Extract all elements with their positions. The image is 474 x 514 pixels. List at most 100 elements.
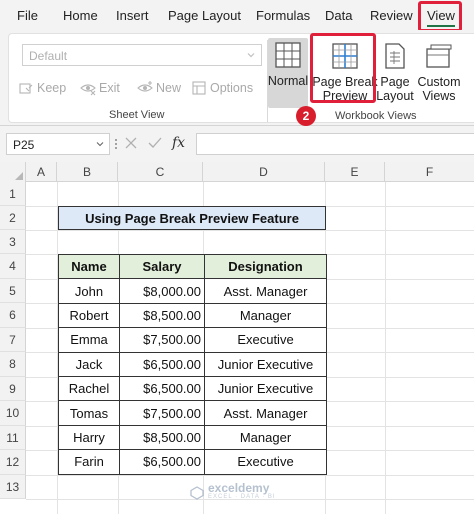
row-header-1[interactable]: 1 bbox=[0, 182, 26, 206]
cell-salary[interactable]: $6,500.00 bbox=[119, 351, 205, 377]
cell-salary[interactable]: $8,500.00 bbox=[119, 302, 205, 329]
tab-review[interactable]: Review bbox=[370, 8, 413, 23]
row-header-7[interactable]: 7 bbox=[0, 328, 26, 352]
column-header-d[interactable]: D bbox=[203, 162, 325, 182]
cell-name[interactable]: Jack bbox=[58, 351, 120, 377]
row-header-2[interactable]: 2 bbox=[0, 206, 26, 230]
cell-salary[interactable]: $6,500.00 bbox=[119, 375, 205, 402]
cell-name[interactable]: Rachel bbox=[58, 375, 120, 402]
cell-salary[interactable]: $7,500.00 bbox=[119, 400, 205, 426]
row-header-10[interactable]: 10 bbox=[0, 401, 26, 426]
column-header-c[interactable]: C bbox=[118, 162, 203, 182]
ribbon: Default Keep Exit New Options Sheet View… bbox=[0, 30, 474, 126]
exit-button[interactable]: Exit bbox=[80, 80, 120, 96]
header-designation[interactable]: Designation bbox=[204, 253, 327, 280]
sheet-view-group-label: Sheet View bbox=[109, 109, 165, 121]
page-layout-icon bbox=[383, 39, 407, 73]
cell-designation[interactable]: Asst. Manager bbox=[204, 278, 327, 304]
page-layout-label-1: Page bbox=[380, 75, 410, 89]
eye-exit-icon bbox=[80, 84, 96, 96]
cell-designation[interactable]: Asst. Manager bbox=[204, 400, 327, 426]
custom-views-label-1: Custom bbox=[417, 75, 461, 89]
step-2-badge: 2 bbox=[296, 106, 316, 126]
name-box[interactable]: P25 bbox=[6, 133, 110, 155]
cell-designation[interactable]: Executive bbox=[204, 449, 327, 475]
watermark-name: exceldemy bbox=[208, 481, 270, 495]
tab-data[interactable]: Data bbox=[325, 8, 352, 23]
insert-function-icon[interactable]: fx bbox=[172, 135, 185, 151]
ribbon-panel: Default Keep Exit New Options Sheet View… bbox=[8, 33, 474, 123]
page-layout-view-button[interactable]: Page Layout bbox=[376, 39, 414, 105]
cell-name[interactable]: Farin bbox=[58, 449, 120, 475]
sheet-view-dropdown-value: Default bbox=[29, 49, 68, 63]
sheet-view-dropdown[interactable]: Default bbox=[22, 44, 262, 66]
page-break-preview-highlight bbox=[310, 33, 376, 103]
keep-icon bbox=[19, 83, 33, 94]
column-header-b[interactable]: B bbox=[57, 162, 118, 182]
cell-salary[interactable]: $8,000.00 bbox=[119, 278, 205, 304]
column-header-a[interactable]: A bbox=[26, 162, 57, 182]
cell-name[interactable]: Emma bbox=[58, 327, 120, 353]
tab-file[interactable]: File bbox=[17, 8, 38, 23]
custom-views-label-2: Views bbox=[422, 89, 456, 103]
cell-designation[interactable]: Junior Executive bbox=[204, 375, 327, 402]
normal-view-button[interactable]: Normal bbox=[268, 38, 308, 108]
workbook-views-group-label: Workbook Views bbox=[335, 110, 417, 122]
enter-check-icon[interactable] bbox=[148, 136, 162, 150]
tab-formulas[interactable]: Formulas bbox=[256, 8, 310, 23]
page-layout-label-2: Layout bbox=[376, 89, 414, 103]
resize-handle-icon[interactable] bbox=[114, 138, 118, 150]
cell-designation[interactable]: Manager bbox=[204, 424, 327, 451]
custom-views-icon bbox=[424, 39, 454, 73]
row-header-3[interactable]: 3 bbox=[0, 230, 26, 254]
row-header-8[interactable]: 8 bbox=[0, 352, 26, 377]
row-header-12[interactable]: 12 bbox=[0, 450, 26, 475]
row-header-9[interactable]: 9 bbox=[0, 377, 26, 401]
row-header-6[interactable]: 6 bbox=[0, 303, 26, 328]
row-header-13[interactable]: 13 bbox=[0, 475, 26, 499]
keep-button[interactable]: Keep bbox=[18, 80, 66, 96]
tab-insert[interactable]: Insert bbox=[116, 8, 149, 23]
exit-label: Exit bbox=[99, 81, 120, 95]
cell-name[interactable]: Tomas bbox=[58, 400, 120, 426]
exceldemy-watermark: exceldemy EXCEL · DATA · BI bbox=[190, 481, 276, 502]
table-row: Tomas $7,500.00 Asst. Manager bbox=[58, 400, 327, 426]
sheet-title-cell[interactable]: Using Page Break Preview Feature bbox=[58, 206, 326, 230]
header-salary[interactable]: Salary bbox=[119, 253, 205, 280]
row-header-4[interactable]: 4 bbox=[0, 254, 26, 279]
tab-page-layout[interactable]: Page Layout bbox=[168, 8, 241, 23]
formula-input[interactable] bbox=[196, 133, 474, 155]
custom-views-button[interactable]: Custom Views bbox=[414, 39, 464, 105]
cell-salary[interactable]: $6,500.00 bbox=[119, 449, 205, 475]
cell-designation[interactable]: Manager bbox=[204, 302, 327, 329]
keep-label: Keep bbox=[37, 81, 67, 95]
new-button[interactable]: New bbox=[137, 80, 181, 96]
row-header-5[interactable]: 5 bbox=[0, 279, 26, 303]
cell-designation[interactable]: Junior Executive bbox=[204, 351, 327, 377]
table-header-row: Name Salary Designation bbox=[58, 253, 327, 280]
table-row: Rachel $6,500.00 Junior Executive bbox=[58, 375, 327, 402]
tab-home[interactable]: Home bbox=[63, 8, 98, 23]
cell-salary[interactable]: $7,500.00 bbox=[119, 327, 205, 353]
watermark-tagline: EXCEL · DATA · BI bbox=[208, 494, 276, 500]
column-header-e[interactable]: E bbox=[325, 162, 385, 182]
cancel-icon[interactable] bbox=[124, 136, 138, 150]
select-all-button[interactable] bbox=[0, 162, 26, 182]
ribbon-tab-bar: File Home Insert Page Layout Formulas Da… bbox=[0, 0, 474, 30]
worksheet-grid[interactable]: A B C D E F 1 2 3 4 5 6 7 8 9 10 11 12 1… bbox=[0, 162, 474, 514]
cell-name[interactable]: John bbox=[58, 278, 120, 304]
table-row: Farin $6,500.00 Executive bbox=[58, 449, 327, 475]
options-button[interactable]: Options bbox=[191, 80, 253, 96]
table-row: Robert $8,500.00 Manager bbox=[58, 302, 327, 329]
cell-name[interactable]: Robert bbox=[58, 302, 120, 329]
formula-bar: P25 fx bbox=[0, 126, 474, 162]
cell-designation[interactable]: Executive bbox=[204, 327, 327, 353]
cell-salary[interactable]: $8,500.00 bbox=[119, 424, 205, 451]
cell-name[interactable]: Harry bbox=[58, 424, 120, 451]
header-name[interactable]: Name bbox=[58, 253, 120, 280]
normal-view-icon bbox=[274, 38, 302, 72]
salary-table: Name Salary Designation John $8,000.00 A… bbox=[58, 253, 327, 475]
chevron-down-icon bbox=[247, 53, 255, 58]
row-header-11[interactable]: 11 bbox=[0, 426, 26, 450]
column-header-f[interactable]: F bbox=[385, 162, 474, 182]
